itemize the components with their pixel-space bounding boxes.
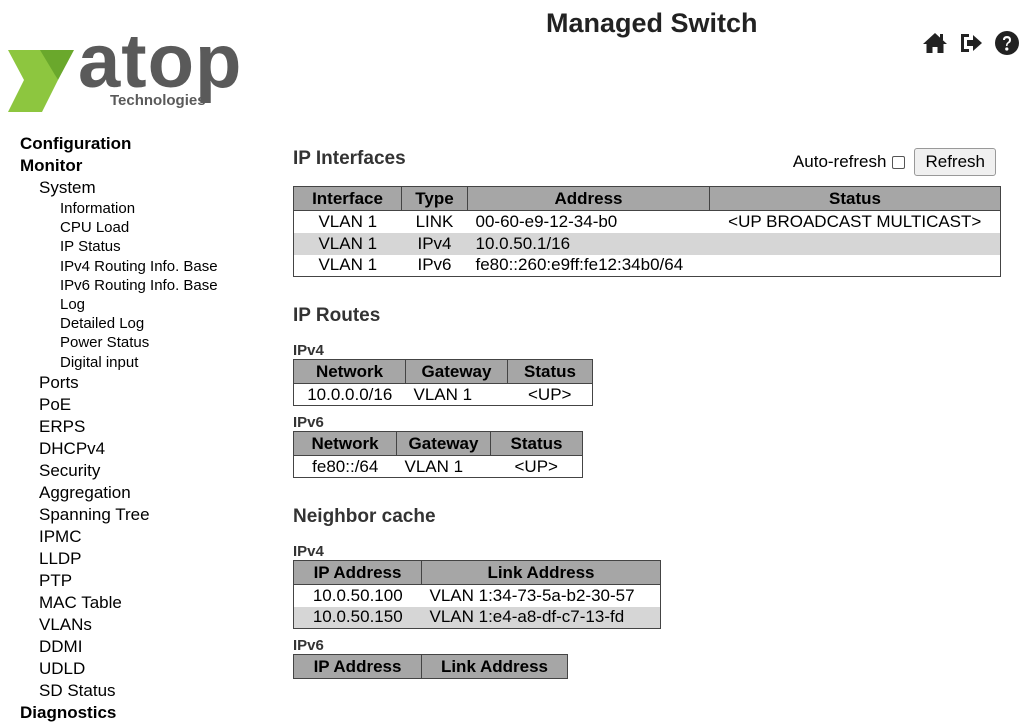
table-cell: VLAN 1 bbox=[404, 456, 464, 476]
table-cell: IPv4 bbox=[401, 232, 468, 255]
table-cell: fe80::/64 bbox=[312, 456, 379, 476]
table-cell: <UP> bbox=[528, 384, 572, 404]
nav-ddmi[interactable]: DDMI bbox=[20, 636, 270, 658]
neighbor-ipv6-label: IPv6 bbox=[293, 637, 324, 654]
table-cell: 10.0.50.100 bbox=[312, 585, 403, 605]
monitor-submenu: Ports PoE ERPS DHCPv4 Security Aggregation Spa… bbox=[20, 372, 270, 702]
nav-mac-table[interactable]: MAC Table bbox=[20, 592, 270, 614]
table-cell: LINK bbox=[415, 211, 454, 231]
nav-ipv4-routing-info-base[interactable]: IPv4 Routing Info. Base bbox=[20, 257, 270, 276]
logout-icon[interactable] bbox=[958, 30, 984, 56]
nav-cpu-load[interactable]: CPU Load bbox=[20, 218, 270, 237]
nav-diagnostics[interactable]: Diagnostics bbox=[20, 702, 270, 724]
nav-system[interactable]: System bbox=[20, 177, 270, 199]
nav-lldp[interactable]: LLDP bbox=[20, 548, 270, 570]
table-row: VLAN 1 IPv4 10.0.50.1/16 bbox=[293, 232, 1001, 255]
table-cell bbox=[710, 255, 1001, 277]
table-cell: <UP> bbox=[514, 456, 558, 476]
nav-dhcpv4[interactable]: DHCPv4 bbox=[20, 438, 270, 460]
nav-configuration[interactable]: Configuration bbox=[20, 133, 270, 155]
nav-monitor[interactable]: Monitor bbox=[20, 155, 270, 177]
header-icons bbox=[922, 30, 1020, 56]
neighbor-cache-title: Neighbor cache bbox=[293, 506, 436, 527]
table-cell: <UP BROADCAST MULTICAST> bbox=[728, 211, 982, 231]
nav-information[interactable]: Information bbox=[20, 199, 270, 218]
column-header: Address bbox=[467, 186, 710, 211]
table-cell: VLAN 1 bbox=[318, 211, 378, 231]
table-cell: 00-60-e9-12-34-b0 bbox=[475, 211, 618, 231]
table-cell: VLAN 1 bbox=[413, 384, 473, 404]
nav-udld[interactable]: UDLD bbox=[20, 658, 270, 680]
column-header: Interface bbox=[293, 186, 402, 211]
table-cell: fe80::260:e9ff:fe12:34b0/64 bbox=[475, 255, 684, 275]
sidebar-nav: Configuration Monitor System Information… bbox=[20, 133, 270, 724]
ip-interfaces-table: Interface Type Address Status VLAN 1 LINK 00-6… bbox=[293, 186, 1001, 277]
column-header: IP Address bbox=[293, 560, 422, 585]
table-cell: VLAN 1:e4-a8-df-c7-13-fd bbox=[421, 606, 661, 629]
column-header: Type bbox=[401, 186, 468, 211]
column-header: Status bbox=[490, 431, 583, 456]
column-header: Status bbox=[507, 359, 593, 384]
table-row: VLAN 1 IPv6 fe80::260:e9ff:fe12:34b0/64 bbox=[294, 255, 1001, 277]
routes-ipv6-table: Network Gateway Statusfe80::/64 VLAN 1 <UP> bbox=[293, 431, 583, 478]
logo-subtext: Technologies bbox=[110, 92, 206, 109]
routes-ipv4-table: Network Gateway Status 10.0.0.0/16 VLAN 1 <UP… bbox=[293, 359, 593, 406]
refresh-button[interactable]: Refresh bbox=[914, 148, 996, 176]
nav-detailed-log[interactable]: Detailed Log bbox=[20, 314, 270, 333]
routes-ipv6-label: IPv6 bbox=[293, 414, 324, 431]
column-header: Network bbox=[293, 431, 397, 456]
column-header: IP Address bbox=[293, 654, 422, 679]
table-row: VLAN 1 LINK 00-60-e9-12-34-b0 <UP BROADCAST… bbox=[294, 211, 1001, 233]
nav-power-status[interactable]: Power Status bbox=[20, 333, 270, 352]
column-header: Link Address bbox=[421, 654, 568, 679]
main-content: IP Interfaces Auto-refresh Refresh Inter… bbox=[293, 140, 1003, 679]
nav-ipv6-routing-info-base[interactable]: IPv6 Routing Info. Base bbox=[20, 276, 270, 295]
ip-routes-title: IP Routes bbox=[293, 305, 381, 326]
nav-ptp[interactable]: PTP bbox=[20, 570, 270, 592]
routes-ipv4-label: IPv4 bbox=[293, 342, 324, 359]
nav-sd-status[interactable]: SD Status bbox=[20, 680, 270, 702]
page-title: Managed Switch bbox=[546, 8, 758, 38]
table-row: 10.0.0.0/16 VLAN 1 <UP> bbox=[294, 384, 593, 406]
neighbor-ipv4-table: IP Address Link Address 10.0.50.100 VLAN 1:… bbox=[293, 560, 661, 629]
auto-refresh-label: Auto-refresh bbox=[792, 152, 887, 171]
table-cell: 10.0.0.0/16 bbox=[307, 384, 393, 404]
neighbor-ipv4-label: IPv4 bbox=[293, 543, 324, 560]
system-submenu: Information CPU Load IP Status IPv4 Routing… bbox=[20, 199, 270, 372]
nav-ports[interactable]: Ports bbox=[20, 372, 270, 394]
table-cell: VLAN 1:34-73-5a-b2-30-57 bbox=[429, 585, 635, 605]
nav-ip-status[interactable]: IP Status bbox=[20, 237, 270, 256]
nav-ipmc[interactable]: IPMC bbox=[20, 526, 270, 548]
table-row: fe80::/64 VLAN 1 <UP> bbox=[294, 456, 583, 478]
nav-spanning-tree[interactable]: Spanning Tree bbox=[20, 504, 270, 526]
table-cell: 10.0.50.1/16 bbox=[467, 232, 710, 255]
nav-aggregation[interactable]: Aggregation bbox=[20, 482, 270, 504]
nav-erps[interactable]: ERPS bbox=[20, 416, 270, 438]
logo-mark-icon bbox=[8, 50, 74, 112]
column-header: Gateway bbox=[405, 359, 508, 384]
help-icon[interactable] bbox=[994, 30, 1020, 56]
nav-vlans[interactable]: VLANs bbox=[20, 614, 270, 636]
table-row: 10.0.50.100 VLAN 1:34-73-5a-b2-30-57 bbox=[294, 585, 661, 607]
neighbor-ipv6-table: IP Address Link Address bbox=[293, 654, 568, 679]
atop-logo: atop Technologies bbox=[6, 24, 252, 114]
auto-refresh-checkbox[interactable] bbox=[892, 155, 906, 169]
table-row: 10.0.50.150 VLAN 1:e4-a8-df-c7-13-fd bbox=[293, 606, 661, 629]
column-header: Status bbox=[709, 186, 1001, 211]
logo-text: atop bbox=[78, 19, 243, 104]
nav-security[interactable]: Security bbox=[20, 460, 270, 482]
table-cell bbox=[709, 232, 1001, 255]
nav-digital-input[interactable]: Digital input bbox=[20, 353, 270, 372]
column-header: Link Address bbox=[421, 560, 661, 585]
table-cell: VLAN 1 bbox=[293, 232, 402, 255]
column-header: Gateway bbox=[396, 431, 491, 456]
nav-log[interactable]: Log bbox=[20, 295, 270, 314]
column-header: Network bbox=[293, 359, 406, 384]
table-cell: VLAN 1 bbox=[318, 255, 378, 275]
auto-refresh-controls: Auto-refresh Refresh bbox=[793, 148, 996, 176]
table-cell: 10.0.50.150 bbox=[293, 606, 422, 629]
home-icon[interactable] bbox=[922, 30, 948, 56]
table-cell: IPv6 bbox=[417, 255, 452, 275]
nav-poe[interactable]: PoE bbox=[20, 394, 270, 416]
